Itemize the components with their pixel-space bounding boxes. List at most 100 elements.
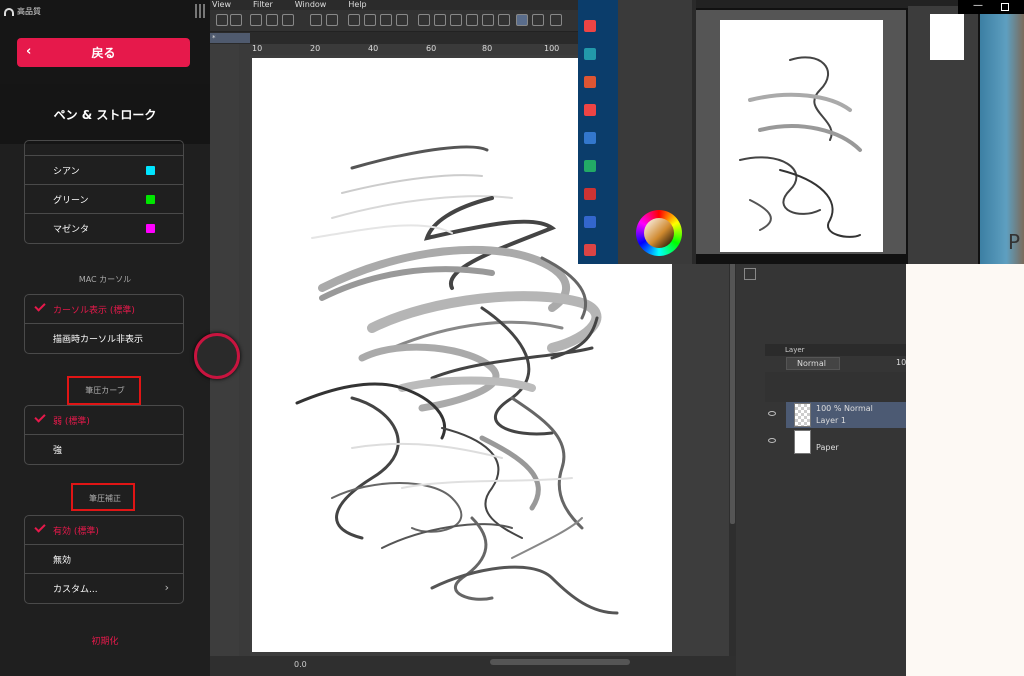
option-label: 描画時カーソル非表示 bbox=[53, 335, 144, 345]
option-correction-on[interactable]: 有効 (標準) bbox=[25, 516, 183, 545]
pressure-curve-options: 弱 (標準) 強 bbox=[24, 405, 184, 465]
tool-icon[interactable] bbox=[434, 14, 446, 26]
panel-topbar: 高品質 ‹ 戻る bbox=[0, 0, 210, 84]
option-label: 有効 (標準) bbox=[53, 526, 99, 537]
open-folder-icon[interactable] bbox=[266, 14, 278, 26]
eye-icon[interactable] bbox=[768, 411, 776, 416]
app-icon bbox=[584, 76, 596, 88]
layer-row[interactable]: Paper bbox=[786, 429, 906, 455]
ruler-tick-label: 40 bbox=[368, 44, 379, 53]
chevron-left-icon: ‹ bbox=[26, 44, 32, 59]
color-swatch bbox=[146, 166, 155, 175]
new-file-icon[interactable] bbox=[250, 14, 262, 26]
option-correction-off[interactable]: 無効 bbox=[25, 545, 183, 574]
option-curve-weak[interactable]: 弱 (標準) bbox=[25, 406, 183, 435]
floating-control-knob[interactable] bbox=[194, 333, 240, 379]
save-icon[interactable] bbox=[282, 14, 294, 26]
app-icon bbox=[584, 132, 596, 144]
drag-handle-icon[interactable] bbox=[195, 4, 205, 18]
option-show-cursor[interactable]: カーソル表示 (標準) bbox=[25, 295, 183, 324]
horizontal-scrollbar[interactable] bbox=[490, 659, 630, 665]
tool-icon[interactable] bbox=[550, 14, 562, 26]
page-title: ペン & ストローク bbox=[0, 84, 210, 144]
back-button-label: 戻る bbox=[91, 46, 116, 60]
screen: 高品質 ‹ 戻る ペン & ストローク シアン グリーン マゼンタ MAC カー… bbox=[0, 0, 1024, 676]
eye-icon[interactable] bbox=[768, 438, 776, 443]
ruler-tick-label: 10 bbox=[252, 44, 263, 53]
color-swatch bbox=[146, 195, 155, 204]
app-icon bbox=[584, 20, 596, 32]
ruler-tick-label: 80 bbox=[482, 44, 493, 53]
pressure-correction-options: 有効 (標準) 無効 カスタム... › bbox=[24, 515, 184, 604]
tool-icon[interactable] bbox=[230, 14, 242, 26]
color-item-cyan[interactable]: シアン bbox=[25, 156, 183, 185]
settings-panel: 高品質 ‹ 戻る ペン & ストローク シアン グリーン マゼンタ MAC カー… bbox=[0, 0, 210, 676]
color-item-label: グリーン bbox=[53, 195, 89, 206]
reset-button[interactable]: 初期化 bbox=[0, 634, 210, 647]
color-item-label: マゼンタ bbox=[53, 225, 90, 235]
menu-help[interactable]: Help bbox=[348, 0, 366, 10]
undo-icon[interactable] bbox=[310, 14, 322, 26]
layer-mode: 100 % Normal bbox=[816, 404, 873, 413]
pressure-correction-label: 筆圧補正 bbox=[89, 494, 121, 503]
app-icon bbox=[584, 104, 596, 116]
pen-icon[interactable] bbox=[516, 14, 528, 26]
background-photo bbox=[980, 14, 1024, 264]
app-icon bbox=[584, 216, 596, 228]
ruler-tick-label: 100 bbox=[544, 44, 560, 53]
menu-filter[interactable]: Filter bbox=[253, 0, 273, 10]
embedded-screenshot: P bbox=[578, 0, 1024, 264]
embedded-desktop-icons bbox=[578, 0, 618, 264]
tool-icon[interactable] bbox=[418, 14, 430, 26]
tool-icon[interactable] bbox=[482, 14, 494, 26]
wifi-icon bbox=[4, 7, 14, 16]
layer-thumbnail bbox=[794, 430, 811, 454]
option-curve-strong[interactable]: 強 bbox=[25, 435, 183, 464]
tool-icon[interactable] bbox=[450, 14, 462, 26]
option-correction-custom[interactable]: カスタム... › bbox=[25, 574, 183, 603]
transform-icon[interactable] bbox=[396, 14, 408, 26]
pressure-curve-label: 筆圧カーブ bbox=[85, 386, 125, 395]
vertical-ruler bbox=[239, 44, 250, 660]
mac-cursor-label: MAC カーソル bbox=[78, 275, 132, 284]
color-item-green[interactable]: グリーン bbox=[25, 185, 183, 214]
hand-icon[interactable] bbox=[466, 14, 478, 26]
layer-toolbar bbox=[765, 372, 906, 402]
app-icon bbox=[584, 244, 596, 256]
menu-window[interactable]: Window bbox=[295, 0, 327, 10]
option-hide-cursor-drawing[interactable]: 描画時カーソル非表示 bbox=[25, 324, 183, 353]
zoom-level[interactable]: 0.0 bbox=[294, 660, 307, 669]
tool-icon[interactable] bbox=[216, 14, 228, 26]
back-button[interactable]: ‹ 戻る bbox=[17, 38, 190, 67]
check-icon bbox=[34, 521, 46, 533]
quality-indicator: 高品質 bbox=[4, 6, 41, 17]
list-item[interactable] bbox=[25, 141, 183, 156]
option-label: カーソル表示 (標準) bbox=[53, 305, 135, 316]
minimize-button[interactable]: — bbox=[969, 0, 987, 14]
redo-icon[interactable] bbox=[326, 14, 338, 26]
status-bar: 0.0 bbox=[210, 656, 736, 676]
app-icon bbox=[584, 48, 596, 60]
pen-icon[interactable] bbox=[532, 14, 544, 26]
window-controls: — bbox=[958, 0, 1024, 14]
panel-icon[interactable] bbox=[744, 268, 756, 280]
layer-panel-header: Layer bbox=[765, 344, 906, 356]
close-icon[interactable]: * bbox=[212, 34, 216, 42]
tool-icon[interactable] bbox=[364, 14, 376, 26]
option-label: 強 bbox=[53, 446, 63, 456]
option-label: 弱 (標準) bbox=[53, 416, 90, 427]
color-item-magenta[interactable]: マゼンタ bbox=[25, 214, 183, 243]
blend-mode-select[interactable]: Normal bbox=[786, 357, 840, 370]
layer-row[interactable]: 100 % Normal Layer 1 bbox=[786, 402, 906, 428]
settings-icon[interactable] bbox=[348, 14, 360, 26]
app-icon bbox=[584, 160, 596, 172]
tool-icon[interactable] bbox=[380, 14, 392, 26]
maximize-button[interactable] bbox=[1001, 3, 1009, 11]
color-swatch bbox=[146, 224, 155, 233]
option-label: カスタム... bbox=[53, 585, 98, 595]
toolbar bbox=[210, 10, 580, 32]
horizontal-ruler: 10 20 40 60 80 100 bbox=[250, 44, 580, 55]
tool-icon[interactable] bbox=[498, 14, 510, 26]
document-tab[interactable]: * bbox=[210, 33, 250, 43]
menu-view[interactable]: View bbox=[212, 0, 231, 10]
